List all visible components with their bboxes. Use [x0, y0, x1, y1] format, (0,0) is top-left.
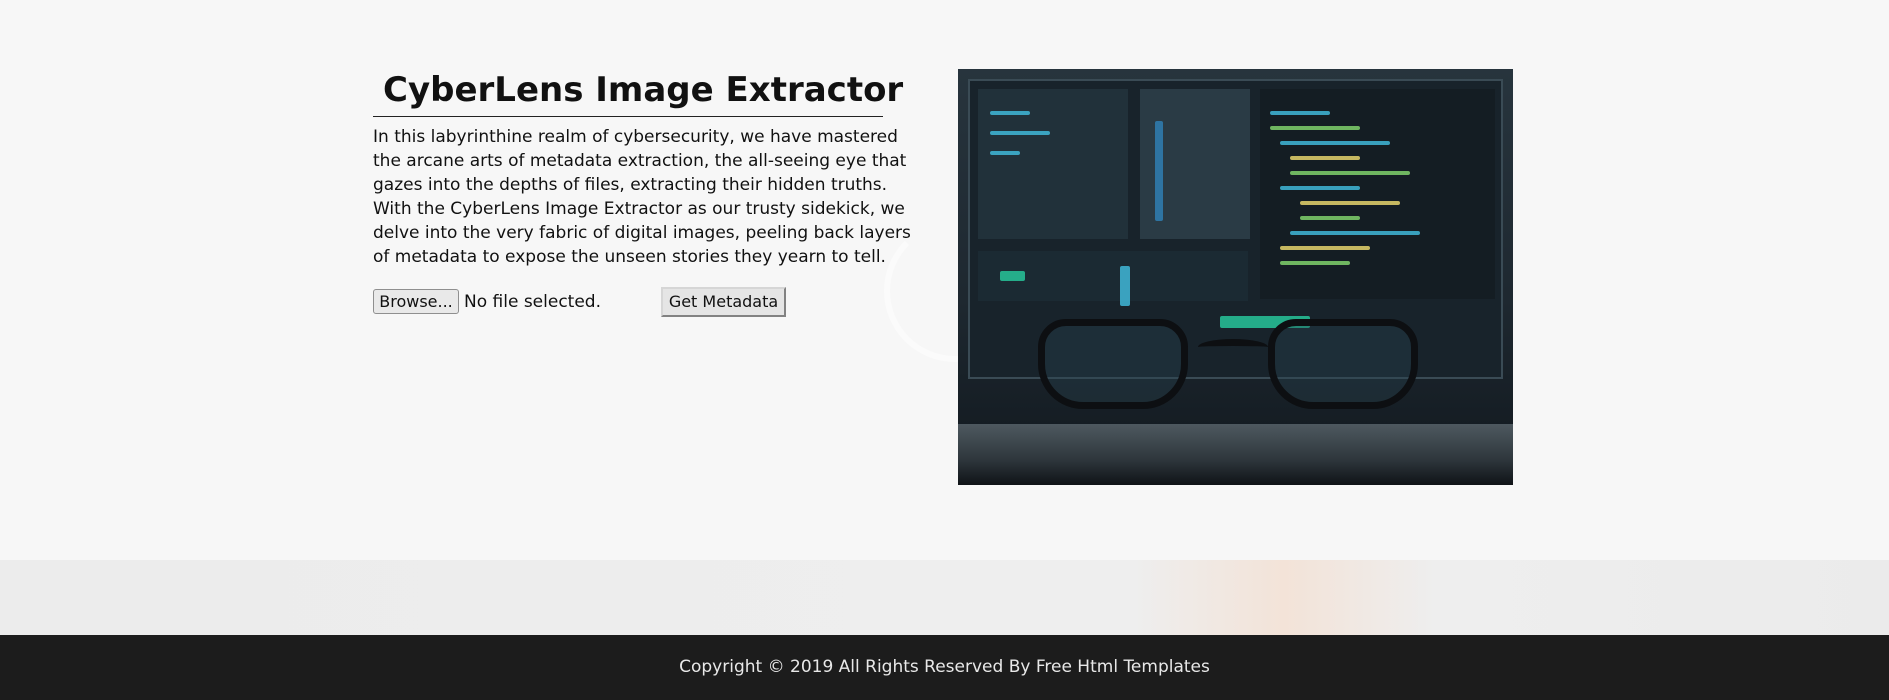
content-column: CyberLens Image Extractor In this labyri…	[373, 68, 918, 317]
get-metadata-button[interactable]: Get Metadata	[661, 287, 786, 317]
footer: Copyright © 2019 All Rights Reserved By …	[0, 635, 1889, 700]
browse-button[interactable]: Browse...	[373, 289, 459, 314]
hero-image	[958, 69, 1513, 485]
copyright-text: Copyright © 2019 All Rights Reserved By …	[679, 657, 1210, 677]
footer-background-band	[0, 560, 1889, 635]
keyboard-strip	[958, 424, 1513, 485]
page-title: CyberLens Image Extractor	[373, 68, 903, 117]
main-section: CyberLens Image Extractor In this labyri…	[0, 0, 1889, 560]
upload-form: Browse... No file selected. Get Metadata	[373, 287, 918, 317]
file-status-text: No file selected.	[464, 292, 601, 312]
eyeglasses-icon	[1038, 319, 1428, 429]
page-description: In this labyrinthine realm of cybersecur…	[373, 127, 911, 267]
